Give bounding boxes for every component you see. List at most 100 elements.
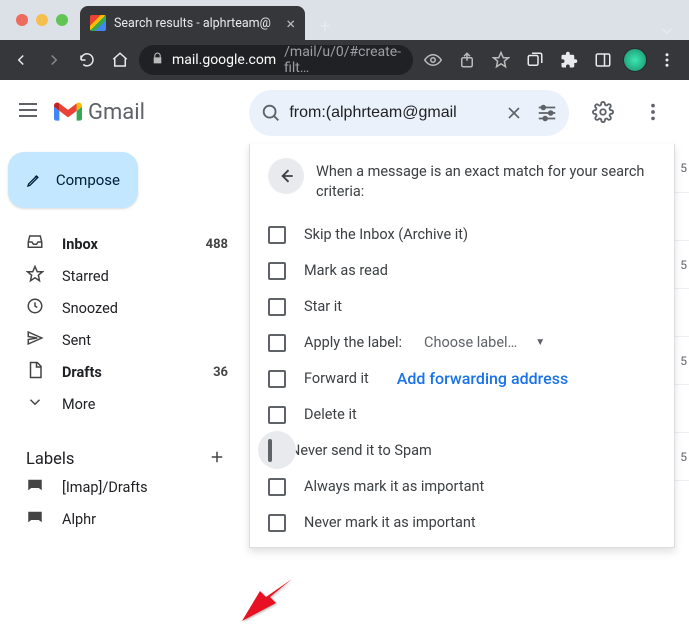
compose-label: Compose [56,171,120,189]
sidebar-item-inbox[interactable]: Inbox 488 [8,228,240,260]
filter-option-label: Apply the label: [304,334,402,351]
tab-strip: Search results - alphrteam@ × + [80,0,681,40]
settings-gear-icon[interactable] [583,92,623,132]
search-bar[interactable] [249,90,569,136]
filter-option-row: Apply the label: Choose label…▼ [268,325,656,361]
extension-avatar-icon[interactable] [623,48,647,72]
sidebar-item-label: Starred [62,268,109,285]
more-icon [26,393,44,415]
reload-button[interactable] [73,46,100,74]
sidebar-item-starred[interactable]: Starred [8,260,240,292]
filter-option-label: Skip the Inbox (Archive it) [304,226,468,243]
label-text: Alphr [62,511,96,528]
filter-checkbox[interactable] [268,406,286,424]
sidepanel-icon[interactable] [589,46,617,74]
gmail-wordmark: Gmail [88,100,145,125]
filter-checkbox[interactable] [268,370,286,388]
snoozed-icon [26,297,44,319]
browser-toolbar: mail.google.com/mail/u/0/#create-filt… [0,40,689,80]
filter-option-label: Delete it [304,406,357,423]
kebab-menu-icon[interactable] [653,46,681,74]
label-icon [26,476,44,498]
filter-option-row: Forward it Add forwarding address [268,361,656,397]
back-button[interactable] [8,46,35,74]
sidebar-item-sent[interactable]: Sent [8,324,240,356]
close-window-button[interactable] [16,14,28,26]
browser-tab-strip: Search results - alphrteam@ × + [0,0,689,40]
sidebar-item-label: Snoozed [62,300,118,317]
chevron-down-icon: ▼ [535,337,545,348]
minimize-window-button[interactable] [36,14,48,26]
filter-options: Skip the Inbox (Archive it) Mark as read S… [268,217,656,541]
browser-tab-active[interactable]: Search results - alphrteam@ × [80,6,305,40]
compose-button[interactable]: Compose [8,152,138,208]
url-host: mail.google.com [172,52,276,68]
sidebar-item-label: More [62,396,95,413]
add-label-icon[interactable] [208,448,226,471]
clear-search-icon[interactable] [500,93,528,133]
filter-option-row: Star it [268,289,656,325]
filter-checkbox[interactable] [268,439,272,462]
inbox-icon [26,233,44,255]
filter-checkbox[interactable] [268,478,286,496]
filter-option-label: Never send it to Spam [290,442,432,459]
more-vert-icon[interactable] [633,92,673,132]
add-forwarding-link[interactable]: Add forwarding address [397,369,568,388]
gmail-header: Gmail [0,80,689,144]
label-select[interactable]: Choose label…▼ [424,334,545,351]
filter-checkbox[interactable] [268,334,286,352]
extensions-icon[interactable] [555,46,583,74]
label-icon [26,508,44,530]
sidebar: Compose Inbox 488 Starred Snoozed Sent D… [0,144,240,529]
filter-panel-head: When a message is an exact match for you… [268,158,656,203]
search-options-icon[interactable] [533,93,561,133]
starred-icon [26,265,44,287]
gmail-logo[interactable]: Gmail [54,100,145,125]
label-item[interactable]: [Imap]/Drafts [8,471,240,503]
sidebar-item-label: Sent [62,332,91,349]
lock-icon [151,52,164,68]
forward-button[interactable] [41,46,68,74]
filter-option-row: Never mark it as important [268,505,656,541]
eye-icon[interactable] [419,46,447,74]
tab-overflow-icon[interactable] [653,22,681,40]
gmail-favicon-icon [90,15,106,31]
filter-back-button[interactable] [268,158,304,194]
sidebar-item-drafts[interactable]: Drafts 36 [8,356,240,388]
new-tab-button[interactable]: + [311,12,339,40]
hamburger-menu-icon[interactable] [16,98,40,126]
label-text: [Imap]/Drafts [62,479,148,496]
maximize-window-button[interactable] [56,14,68,26]
filter-option-label: Star it [304,298,342,315]
sidebar-item-snoozed[interactable]: Snoozed [8,292,240,324]
drafts-icon [26,361,44,383]
filter-option-label: Forward it [304,370,369,387]
browser-toolbar-right [419,46,681,74]
filter-checkbox[interactable] [268,226,286,244]
labels-header: Labels [8,448,240,471]
filter-option-row: Never send it to Spam [268,433,656,469]
home-button[interactable] [106,46,133,74]
labels-header-text: Labels [26,450,74,469]
filter-option-row: Always mark it as important [268,469,656,505]
tab-title: Search results - alphrteam@ [114,16,278,31]
bookmark-star-icon[interactable] [487,46,515,74]
close-tab-icon[interactable]: × [286,14,295,33]
filter-option-row: Mark as read [268,253,656,289]
gmail-m-icon [54,101,82,123]
main-area: Compose Inbox 488 Starred Snoozed Sent D… [0,144,689,529]
url-path: /mail/u/0/#create-filt… [284,44,401,76]
sidebar-item-more[interactable]: More [8,388,240,420]
tab-groups-icon[interactable] [521,46,549,74]
label-item[interactable]: Alphr [8,503,240,535]
filter-option-row: Delete it [268,397,656,433]
address-bar[interactable]: mail.google.com/mail/u/0/#create-filt… [139,45,413,75]
labels-list: [Imap]/Drafts Alphr [8,471,240,535]
sidebar-item-count: 488 [206,237,228,252]
filter-checkbox[interactable] [268,298,286,316]
search-input[interactable] [289,104,496,122]
filter-option-row: Skip the Inbox (Archive it) [268,217,656,253]
search-icon[interactable] [257,93,285,133]
share-icon[interactable] [453,46,481,74]
filter-checkbox[interactable] [268,262,286,280]
